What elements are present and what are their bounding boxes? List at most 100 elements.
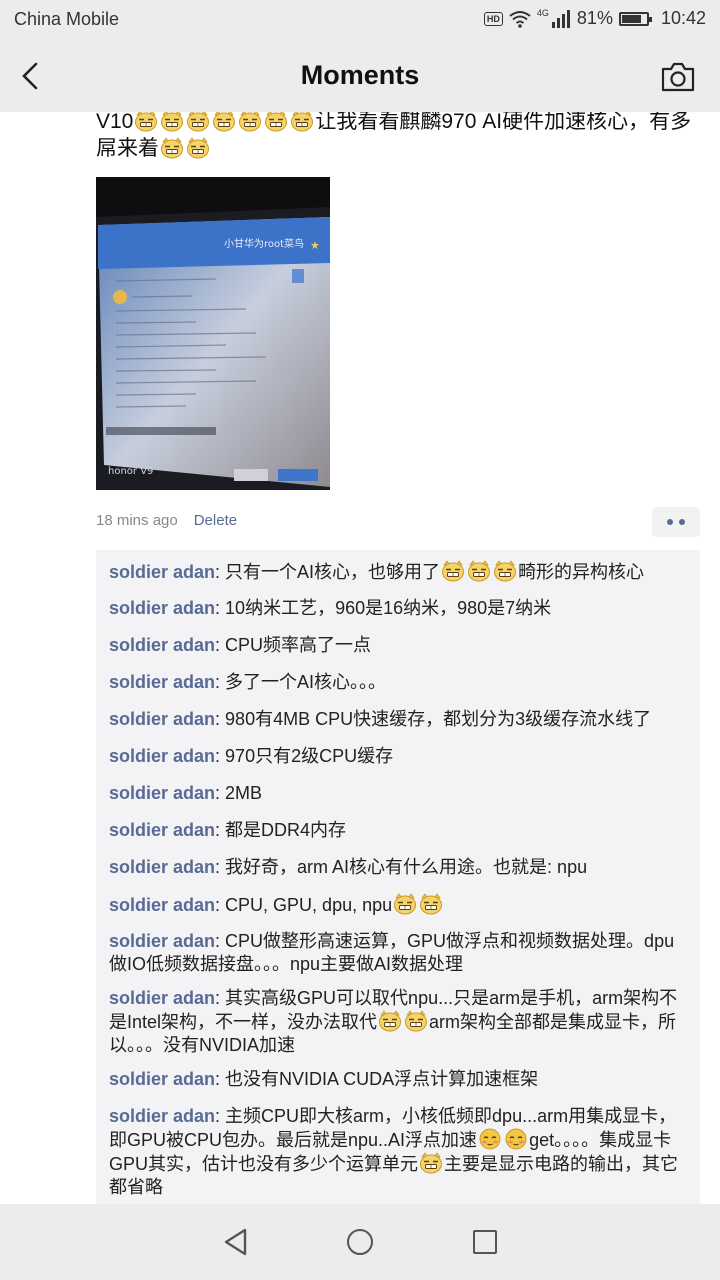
comment-text: 我好奇，arm AI核心有什么用途。也就是: npu — [225, 857, 588, 877]
comment-author[interactable]: soldier adan — [109, 857, 215, 877]
dot-icon — [667, 519, 673, 525]
grin-face-icon — [420, 893, 443, 915]
emoji-group — [133, 112, 315, 133]
photo-brand: honor V9 — [108, 466, 153, 477]
comment-author[interactable]: soldier adan — [109, 709, 215, 729]
comment-item[interactable]: soldier adan: CPU做整形高速运算，GPU做浮点和视频数据处理。d… — [109, 930, 689, 976]
comment-author[interactable]: soldier adan — [109, 931, 215, 951]
comment-text: 10纳米工艺，960是16纳米，980是7纳米 — [225, 598, 552, 618]
dot-icon — [679, 519, 685, 525]
grin-face-icon — [420, 1152, 443, 1174]
comment-item[interactable]: soldier adan: CPU, GPU, dpu, npu — [109, 893, 689, 917]
post-meta: 18 mins ago Delete — [96, 512, 237, 529]
comment-author[interactable]: soldier adan — [109, 746, 215, 766]
grin-face-icon — [405, 1010, 428, 1032]
page-title: Moments — [300, 60, 420, 90]
comment-separator: : — [215, 931, 226, 951]
battery-icon — [618, 11, 652, 26]
delete-link[interactable]: Delete — [194, 512, 237, 529]
comment-item[interactable]: soldier adan: 970只有2级CPU缓存 — [109, 745, 689, 768]
battery-percent: 81% — [576, 8, 613, 28]
grin-face-icon — [442, 560, 465, 582]
comment-author[interactable]: soldier adan — [109, 1106, 215, 1126]
comment-item[interactable]: soldier adan: CPU频率高了一点 — [109, 634, 689, 657]
grin-face-icon — [494, 560, 517, 582]
nav-recent-icon[interactable] — [473, 1230, 497, 1254]
comment-separator: : — [215, 672, 226, 692]
grin-face-icon — [379, 1010, 402, 1032]
system-nav-bar — [0, 1204, 720, 1280]
comment-text: CPU频率高了一点 — [225, 635, 372, 655]
status-icons: HD 4G 81% 10:42 — [483, 8, 706, 29]
comment-author[interactable]: soldier adan — [109, 562, 215, 582]
comment-text: 970只有2级CPU缓存 — [225, 746, 394, 766]
comment-item[interactable]: soldier adan: 2MB — [109, 782, 689, 805]
comment-author[interactable]: soldier adan — [109, 598, 215, 618]
comment-item[interactable]: soldier adan: 我好奇，arm AI核心有什么用途。也就是: npu — [109, 856, 689, 879]
comment-text: 2MB — [225, 783, 263, 803]
post-text-prefix: V10 — [96, 112, 134, 133]
comment-item[interactable]: soldier adan: 多了一个AI核心。。。 — [109, 671, 689, 694]
comment-author[interactable]: soldier adan — [109, 783, 215, 803]
nav-back-icon[interactable] — [223, 1228, 249, 1256]
comment-separator: : — [215, 857, 226, 877]
post-photo[interactable]: 小甘华为root菜鸟 ★ honor V9 — [96, 177, 330, 490]
comment-item[interactable]: soldier adan: 主频CPU即大核arm，小核低频即dpu...arm… — [109, 1105, 689, 1199]
comment-separator: : — [215, 1106, 226, 1126]
grin-face-icon — [394, 893, 417, 915]
network-type: 4G — [536, 8, 549, 18]
clock: 10:42 — [660, 8, 706, 28]
signal-icon — [551, 9, 570, 28]
comment-separator: : — [215, 988, 226, 1008]
comment-author[interactable]: soldier adan — [109, 1069, 215, 1089]
star-icon: ★ — [310, 240, 320, 252]
grin-face-icon — [187, 112, 210, 132]
title-bar: Moments — [0, 40, 720, 112]
comment-separator: : — [215, 820, 226, 840]
comment-list: soldier adan: 只有一个AI核心，也够用了 畸形的异构核心 soldie… — [96, 550, 700, 1204]
grin-face-icon — [187, 137, 209, 159]
grin-face-icon — [265, 112, 288, 132]
comment-item[interactable]: soldier adan: 980有4MB CPU快速缓存，都划分为3级缓存流水… — [109, 708, 689, 731]
comment-item[interactable]: soldier adan: 10纳米工艺，960是16纳米，980是7纳米 — [109, 597, 689, 620]
comment-separator: : — [215, 562, 226, 582]
grin-face-icon — [213, 112, 236, 132]
comment-item[interactable]: soldier adan: 其实高级GPU可以取代npu...只是arm是手机，… — [109, 987, 689, 1057]
grin-face-icon — [239, 112, 262, 132]
comment-text: 也没有NVIDIA CUDA浮点计算加速框架 — [225, 1069, 539, 1089]
comment-text: 多了一个AI核心。。。 — [225, 672, 387, 692]
comment-separator: : — [215, 746, 226, 766]
comment-author[interactable]: soldier adan — [109, 820, 215, 840]
moment-detail: V10 让我看看麒麟970 AI硬件加速核心，有多屌来着 小甘华为root菜鸟 ★ — [0, 112, 720, 1204]
post-text: V10 让我看看麒麟970 AI硬件加速核心，有多屌来着 — [96, 112, 696, 162]
hd-icon: HD — [483, 11, 503, 26]
comment-item[interactable]: soldier adan: 只有一个AI核心，也够用了 畸形的异构核心 — [109, 560, 689, 584]
comment-author[interactable]: soldier adan — [109, 672, 215, 692]
grin-face-icon — [161, 137, 183, 159]
comment-item[interactable]: soldier adan: 都是DDR4内存 — [109, 819, 689, 842]
grin-face-icon — [291, 112, 314, 132]
comment-separator: : — [215, 635, 226, 655]
battery-fill — [621, 14, 641, 23]
status-bar: China Mobile HD 4G 81% 10:42 — [0, 0, 720, 40]
blush-face-icon — [479, 1128, 501, 1150]
camera-icon[interactable] — [660, 60, 696, 94]
comment-separator: : — [215, 709, 226, 729]
comment-item[interactable]: soldier adan: 也没有NVIDIA CUDA浮点计算加速框架 — [109, 1068, 689, 1091]
wifi-icon — [509, 10, 531, 28]
emoji-group — [159, 137, 211, 160]
comment-separator: : — [215, 1069, 226, 1089]
comment-text: 畸形的异构核心 — [518, 562, 645, 582]
comment-separator: : — [215, 783, 226, 803]
comment-author[interactable]: soldier adan — [109, 988, 215, 1008]
comment-separator: : — [215, 895, 226, 915]
comment-text: 只有一个AI核心，也够用了 — [225, 562, 441, 582]
carrier-name: China Mobile — [14, 9, 120, 29]
comment-author[interactable]: soldier adan — [109, 895, 215, 915]
nav-home-icon[interactable] — [347, 1229, 373, 1255]
comment-author[interactable]: soldier adan — [109, 635, 215, 655]
grin-face-icon — [161, 112, 184, 132]
post-time: 18 mins ago — [96, 512, 178, 529]
more-options-button[interactable] — [652, 507, 700, 537]
blush-face-icon — [505, 1128, 527, 1150]
